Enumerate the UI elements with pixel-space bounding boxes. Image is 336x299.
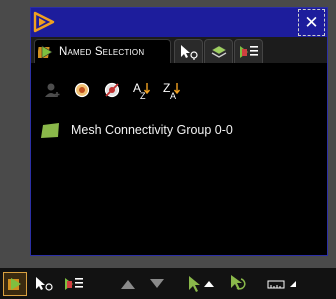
close-icon: ✕	[304, 12, 319, 33]
show-selection-button[interactable]	[71, 79, 93, 101]
ruler-icon	[267, 280, 285, 289]
add-person-icon	[45, 83, 60, 97]
panel-toolbar: A Z Z A	[41, 79, 191, 101]
tab-pick[interactable]	[174, 39, 203, 63]
caret-up-icon	[204, 281, 214, 287]
view-options-dropdown[interactable]	[286, 272, 300, 296]
sort-ascending-icon: A Z	[133, 81, 151, 100]
tab-named-selection[interactable]: Named Selection	[34, 39, 171, 63]
close-button[interactable]: ✕	[298, 9, 325, 36]
list-item[interactable]: Mesh Connectivity Group 0-0	[41, 121, 233, 139]
svg-text:A: A	[170, 91, 176, 100]
panel-tab-bar: Named Selection	[31, 37, 327, 63]
svg-text:Z: Z	[140, 91, 146, 100]
move-up-button[interactable]	[116, 272, 140, 296]
sort-ascending-button[interactable]: A Z	[131, 79, 153, 101]
sort-descending-icon: Z A	[163, 81, 181, 100]
named-selection-icon	[38, 44, 53, 59]
pick-cursor-icon	[36, 277, 53, 291]
select-cursor-icon	[189, 276, 200, 292]
named-selection-icon	[8, 278, 21, 290]
show-selection-icon	[74, 82, 90, 98]
selection-list-button[interactable]	[62, 272, 86, 296]
refresh-cursor-icon	[231, 275, 246, 290]
view-options-button[interactable]	[264, 272, 288, 296]
pick-cursor-icon	[180, 44, 198, 60]
move-down-button[interactable]	[145, 272, 169, 296]
refresh-selection-button[interactable]	[226, 272, 250, 296]
named-selection-list: Mesh Connectivity Group 0-0	[41, 121, 233, 139]
select-mode-dropdown[interactable]	[201, 272, 217, 296]
named-selection-toggle-button[interactable]	[3, 272, 27, 296]
app-logo-icon	[33, 11, 55, 33]
bottom-toolbar	[0, 268, 336, 299]
mesh-group-icon	[41, 122, 59, 138]
caret-icon	[290, 281, 296, 287]
hide-selection-icon	[104, 82, 120, 98]
tab-selection-list[interactable]	[234, 39, 263, 63]
tab-label: Named Selection	[59, 45, 145, 58]
list-item-label: Mesh Connectivity Group 0-0	[71, 123, 233, 137]
add-selection-button[interactable]	[41, 79, 63, 101]
named-selection-panel: ✕ Named Selection A Z Z A Mesh Connectiv…	[30, 7, 328, 256]
triangle-up-icon	[121, 280, 135, 289]
hide-selection-button[interactable]	[101, 79, 123, 101]
layers-icon	[210, 45, 227, 58]
selection-list-icon	[239, 45, 258, 58]
triangle-down-icon	[150, 279, 164, 288]
sort-descending-button[interactable]: Z A	[161, 79, 183, 101]
selection-list-icon	[65, 278, 83, 290]
pick-tool-button[interactable]	[32, 272, 56, 296]
panel-title-bar[interactable]: ✕	[31, 8, 327, 37]
tab-layers[interactable]	[204, 39, 233, 63]
